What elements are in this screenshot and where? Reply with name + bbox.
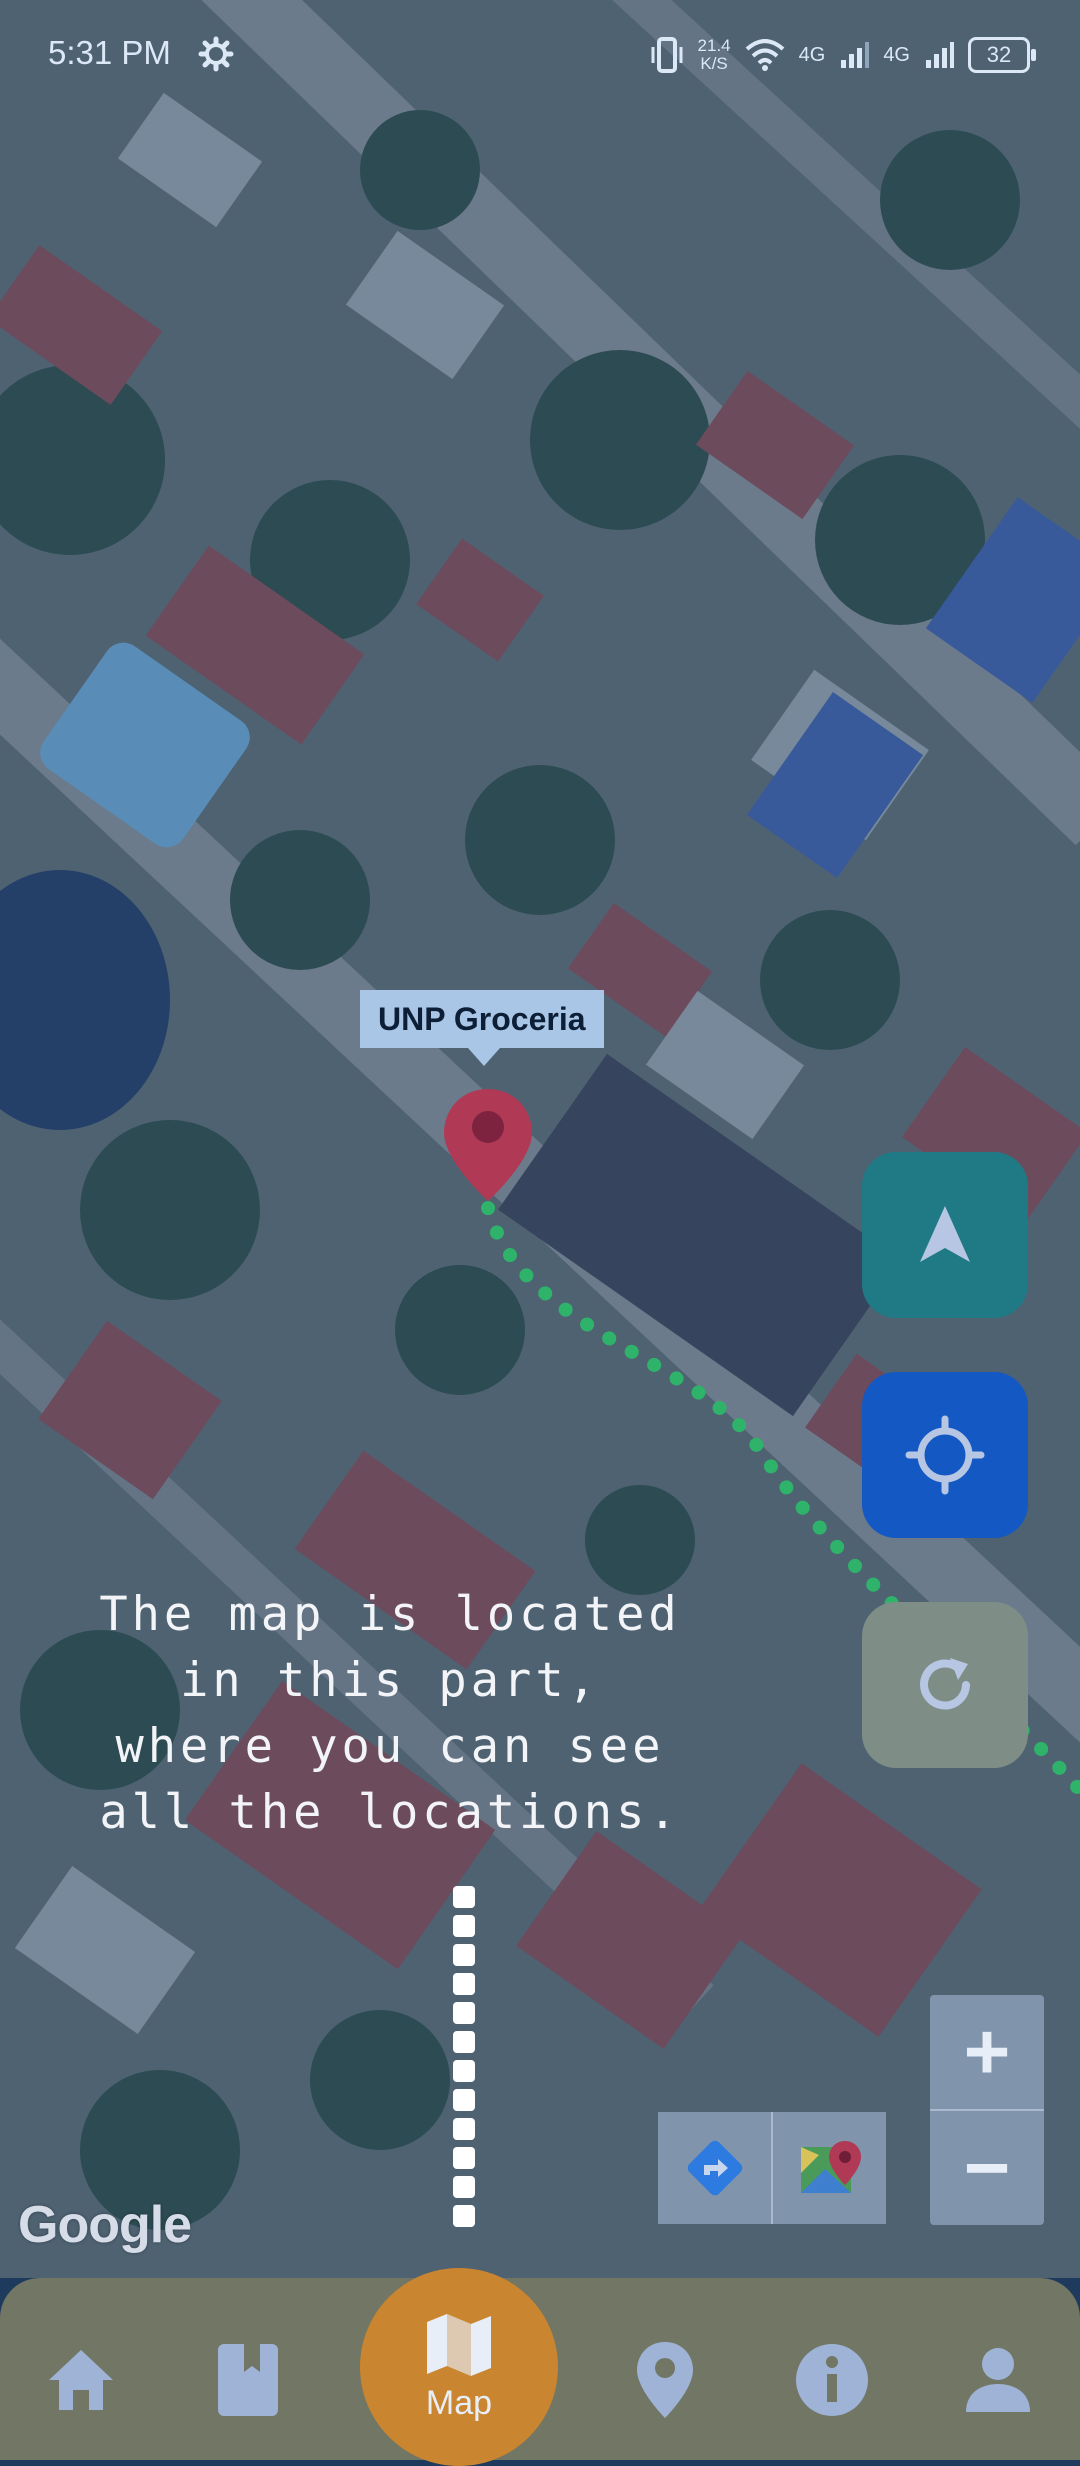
nav-profile[interactable] xyxy=(953,2335,1043,2425)
location-marker-icon[interactable] xyxy=(440,1085,536,1205)
zoom-out-button[interactable]: − xyxy=(930,2111,1044,2225)
map-toolbar xyxy=(658,2112,886,2224)
battery-indicator: 32 xyxy=(968,37,1036,73)
network-type-1: 4G xyxy=(798,43,826,66)
my-location-button[interactable] xyxy=(862,1372,1028,1538)
info-icon xyxy=(796,2344,868,2416)
navigate-button[interactable] xyxy=(862,1152,1028,1318)
wifi-icon xyxy=(745,39,784,71)
bookmark-icon xyxy=(218,2344,278,2416)
signal-icon xyxy=(841,42,870,68)
signal-icon xyxy=(926,42,954,68)
directions-button[interactable] xyxy=(658,2112,771,2224)
status-time: 5:31 PM xyxy=(48,34,171,71)
map-icon xyxy=(427,2313,491,2376)
home-icon xyxy=(49,2350,113,2410)
marker-title: UNP Groceria xyxy=(378,1000,586,1037)
open-in-maps-button[interactable] xyxy=(771,2112,886,2224)
nav-locations[interactable] xyxy=(620,2335,710,2425)
google-attribution: Google xyxy=(18,2196,192,2254)
marker-info-window[interactable]: UNP Groceria xyxy=(360,990,604,1066)
nav-map[interactable]: Map xyxy=(360,2268,558,2466)
vibrate-icon xyxy=(651,37,683,73)
google-maps-icon xyxy=(800,2141,861,2193)
directions-icon xyxy=(687,2140,742,2196)
tutorial-pointer-line xyxy=(453,1886,477,2227)
network-type-2: 4G xyxy=(883,43,910,66)
battery-level: 32 xyxy=(986,42,1012,67)
profile-icon xyxy=(966,2348,1030,2412)
navigation-arrow-icon xyxy=(920,1206,970,1262)
network-speed-value: 21.4 xyxy=(697,36,731,55)
refresh-icon xyxy=(920,1658,970,1710)
crosshair-icon xyxy=(905,1415,985,1495)
zoom-controls: + − xyxy=(930,1995,1044,2225)
refresh-button[interactable] xyxy=(862,1602,1028,1768)
status-bar: 5:31 PM 21.4 K/S 4G 4G 32 xyxy=(0,0,1080,110)
nav-bookmarks[interactable] xyxy=(203,2335,293,2425)
settings-gear-icon xyxy=(198,36,234,72)
network-speed-unit: K/S xyxy=(700,54,728,73)
nav-info[interactable] xyxy=(787,2335,877,2425)
map-view[interactable]: UNP Groceria The map is located in this … xyxy=(0,0,1080,2280)
route-line xyxy=(481,1201,1080,1797)
location-pin-icon xyxy=(637,2342,693,2418)
zoom-in-button[interactable]: + xyxy=(930,1995,1044,2111)
nav-map-label: Map xyxy=(425,2383,493,2422)
status-icons: 21.4 K/S 4G 4G 32 xyxy=(650,30,1036,80)
nav-home[interactable] xyxy=(36,2335,126,2425)
network-speed: 21.4 K/S xyxy=(698,37,731,73)
tutorial-message: The map is located in this part, where y… xyxy=(99,1587,681,1840)
